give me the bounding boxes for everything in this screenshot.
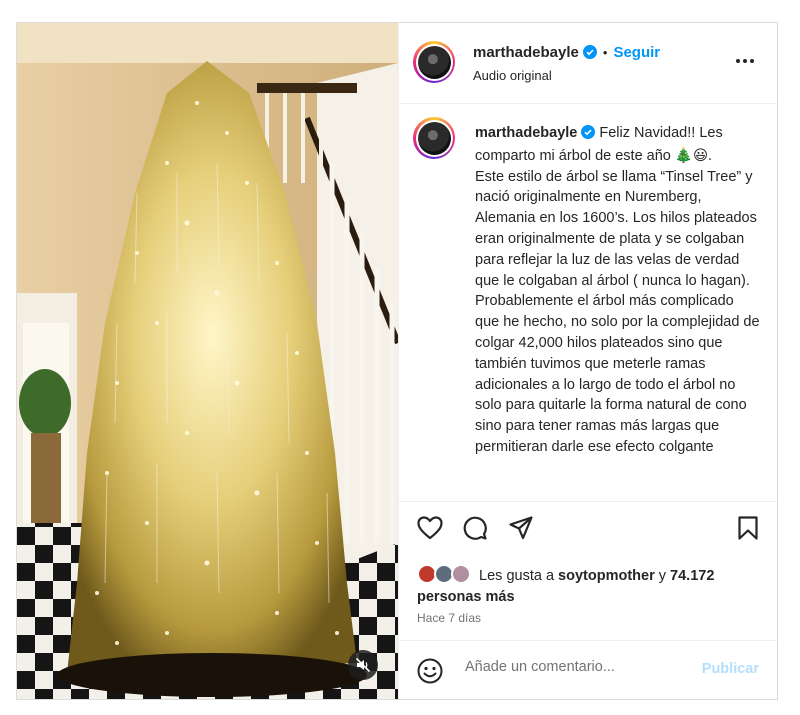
verified-badge-icon (581, 125, 596, 146)
instagram-post: marthadebayle • Seguir Audio original mart… (16, 22, 778, 700)
liker-username[interactable]: soytopmother (558, 568, 655, 584)
heart-icon (417, 516, 443, 540)
christmas-tree-photo (17, 23, 398, 699)
follow-button[interactable]: Seguir (613, 44, 660, 61)
post-caption: marthadebayle Feliz Navidad!! Les compar… (399, 103, 777, 501)
likes-prefix: Les gusta a (479, 568, 555, 584)
author-avatar[interactable] (413, 41, 455, 83)
post-header: marthadebayle • Seguir Audio original (399, 23, 777, 104)
caption-text: Feliz Navidad!! Les comparto mi árbol de… (475, 125, 760, 455)
mute-button[interactable] (348, 650, 378, 680)
audio-label[interactable]: Audio original (473, 68, 552, 83)
comment-button[interactable] (463, 516, 487, 545)
comment-icon (463, 516, 487, 540)
speaker-muted-icon (355, 657, 371, 673)
publish-button[interactable]: Publicar (702, 661, 759, 677)
caption-text-block: marthadebayle Feliz Navidad!! Les compar… (475, 123, 760, 458)
smiley-icon (417, 658, 443, 684)
author-username[interactable]: marthadebayle (473, 44, 579, 61)
post-media[interactable] (17, 23, 398, 699)
verified-badge-icon (582, 45, 597, 64)
comment-bar: Publicar (399, 640, 777, 700)
caption-username[interactable]: marthadebayle (475, 125, 577, 141)
more-horizontal-icon (736, 59, 754, 63)
caption-avatar[interactable] (413, 117, 455, 159)
comment-input[interactable] (463, 658, 687, 676)
separator-dot: • (602, 45, 608, 60)
likes-summary: Les gusta a soytopmother y 74.172 person… (417, 564, 757, 608)
bookmark-icon (738, 516, 758, 540)
action-bar (399, 501, 777, 547)
like-button[interactable] (417, 516, 443, 545)
emoji-button[interactable] (417, 658, 443, 689)
more-options-button[interactable] (735, 51, 755, 69)
post-sidebar: marthadebayle • Seguir Audio original mart… (398, 23, 777, 699)
save-button[interactable] (737, 516, 759, 545)
paper-plane-icon (509, 516, 533, 540)
post-timestamp[interactable]: Hace 7 días (417, 611, 481, 625)
share-button[interactable] (509, 516, 533, 545)
liker-avatars[interactable] (417, 564, 475, 584)
likes-connector: y (658, 568, 666, 584)
avatar (451, 564, 471, 584)
